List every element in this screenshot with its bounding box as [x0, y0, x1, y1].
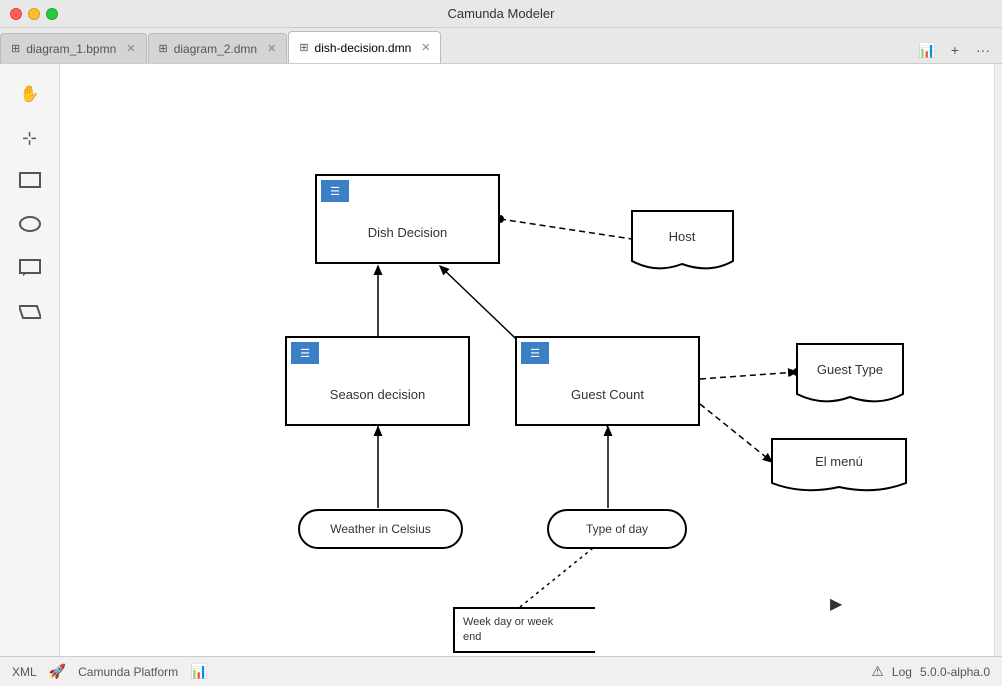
excel-icon: 📊 — [190, 663, 207, 680]
guest-count-label: Guest Count — [517, 368, 698, 424]
svg-text:Host: Host — [669, 229, 696, 244]
tab-dish-close[interactable]: ✕ — [421, 41, 430, 54]
more-options-button[interactable]: ··· — [972, 39, 994, 61]
statusbar-right: ⚠ Log 5.0.0-alpha.0 — [871, 663, 990, 680]
tab-bpmn-close[interactable]: ✕ — [126, 42, 135, 55]
platform-label: Camunda Platform — [78, 665, 178, 679]
platform-icon: 🚀 — [49, 663, 66, 680]
dish-decision-header: ☰ — [321, 180, 349, 202]
comment-tool-button[interactable] — [10, 250, 50, 290]
close-window-button[interactable] — [10, 8, 22, 20]
tabbar: ⊞ diagram_1.bpmn ✕ ⊞ diagram_2.dmn ✕ ⊞ d… — [0, 28, 1002, 64]
tab-bpmn[interactable]: ⊞ diagram_1.bpmn ✕ — [0, 33, 147, 63]
plus-icon: + — [951, 42, 959, 58]
type-of-day-label: Type of day — [586, 522, 648, 536]
rect-tool-button[interactable] — [10, 162, 50, 202]
comment-icon — [19, 259, 41, 282]
tab-dmn2-icon: ⊞ — [159, 42, 168, 55]
guest-count-box[interactable]: ☰ Guest Count — [515, 336, 700, 426]
app-title: Camunda Modeler — [448, 6, 555, 21]
hand-icon: ✋ — [20, 84, 40, 104]
dish-decision-box[interactable]: ☰ Dish Decision — [315, 174, 500, 264]
el-menu-knowledge-source[interactable]: El menú — [770, 437, 908, 495]
season-decision-header: ☰ — [291, 342, 319, 364]
tab-dmn2[interactable]: ⊞ diagram_2.dmn ✕ — [148, 33, 288, 63]
statusbar: XML 🚀 Camunda Platform 📊 ⚠ Log 5.0.0-alp… — [0, 656, 1002, 686]
season-decision-header-icon: ☰ — [300, 347, 310, 360]
new-diagram-button[interactable]: 📊 — [916, 39, 938, 61]
tab-dish-label: dish-decision.dmn — [315, 41, 412, 55]
parallelogram-icon — [19, 304, 41, 325]
main-layout: ✋ ⊹ — [0, 64, 1002, 656]
svg-text:Guest Type: Guest Type — [817, 362, 883, 377]
weekday-annotation: Week day or weekend — [453, 607, 595, 653]
weather-input[interactable]: Weather in Celsius — [298, 509, 463, 549]
version-label: 5.0.0-alpha.0 — [920, 665, 990, 679]
tab-dmn2-close[interactable]: ✕ — [267, 42, 276, 55]
svg-text:El menú: El menú — [815, 454, 863, 469]
season-decision-label: Season decision — [287, 368, 468, 424]
tab-dish[interactable]: ⊞ dish-decision.dmn ✕ — [288, 31, 441, 63]
ellipse-tool-button[interactable] — [10, 206, 50, 246]
tab-dish-icon: ⊞ — [299, 41, 308, 54]
pointer-tool-button[interactable]: ⊹ — [10, 118, 50, 158]
tab-bpmn-icon: ⊞ — [11, 42, 20, 55]
maximize-window-button[interactable] — [46, 8, 58, 20]
ellipse-icon — [19, 216, 41, 237]
right-scrollbar[interactable] — [994, 64, 1002, 656]
left-toolbar: ✋ ⊹ — [0, 64, 60, 656]
dish-decision-header-icon: ☰ — [330, 185, 340, 198]
traffic-lights — [10, 8, 58, 20]
canvas[interactable]: ☰ Dish Decision ☰ Season decision ☰ Gues… — [60, 64, 994, 656]
tab-bpmn-label: diagram_1.bpmn — [26, 42, 116, 56]
add-tab-button[interactable]: + — [944, 39, 966, 61]
weekday-label: Week day or weekend — [463, 615, 553, 646]
warning-icon[interactable]: ⚠ — [871, 663, 884, 680]
ellipsis-icon: ··· — [976, 42, 990, 58]
dish-decision-label: Dish Decision — [317, 206, 498, 262]
pointer-icon: ⊹ — [22, 128, 37, 149]
tabbar-actions: 📊 + ··· — [908, 39, 1002, 61]
hand-tool-button[interactable]: ✋ — [10, 74, 50, 114]
tab-dmn2-label: diagram_2.dmn — [174, 42, 257, 56]
weather-label: Weather in Celsius — [330, 522, 431, 536]
minimize-window-button[interactable] — [28, 8, 40, 20]
host-knowledge-source[interactable]: Host — [630, 209, 735, 274]
type-of-day-input[interactable]: Type of day — [547, 509, 687, 549]
titlebar: Camunda Modeler — [0, 0, 1002, 28]
guest-type-knowledge-source[interactable]: Guest Type — [795, 342, 905, 407]
spreadsheet-icon: 📊 — [918, 42, 935, 59]
guest-count-header-icon: ☰ — [530, 347, 540, 360]
guest-count-header: ☰ — [521, 342, 549, 364]
parallelogram-tool-button[interactable] — [10, 294, 50, 334]
statusbar-left: XML 🚀 Camunda Platform 📊 — [12, 663, 208, 680]
season-decision-box[interactable]: ☰ Season decision — [285, 336, 470, 426]
cursor-indicator: ▶ — [830, 594, 842, 614]
xml-label[interactable]: XML — [12, 665, 37, 679]
log-label[interactable]: Log — [892, 665, 912, 679]
rect-icon — [19, 172, 41, 193]
